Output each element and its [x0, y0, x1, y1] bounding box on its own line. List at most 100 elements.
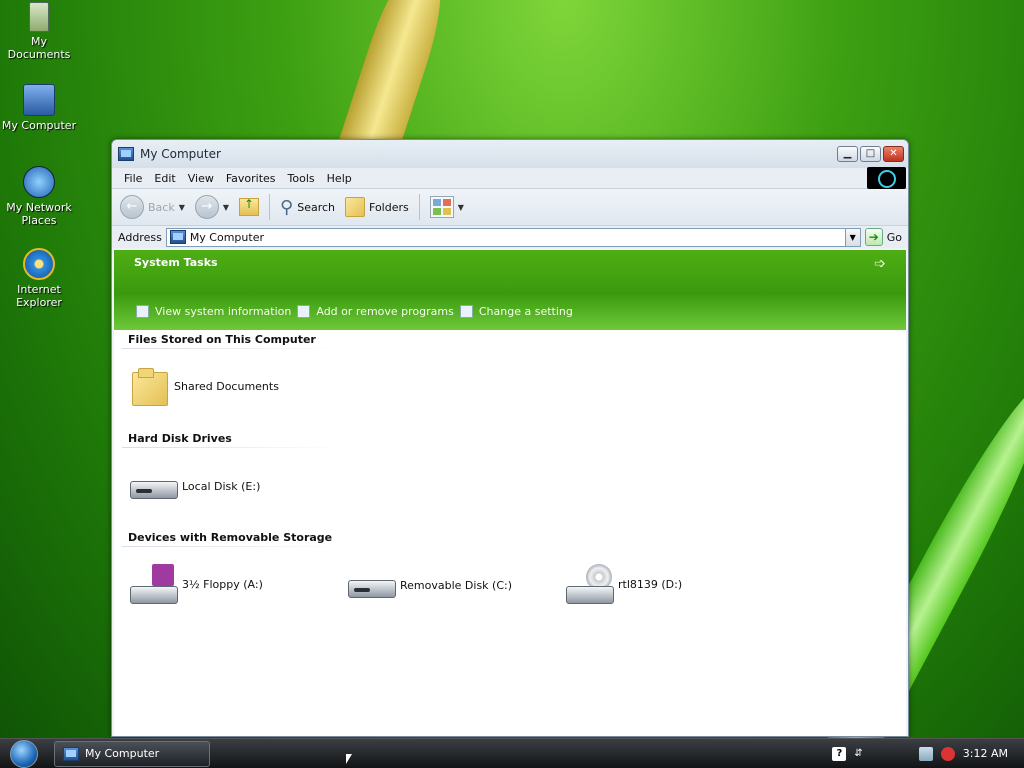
task-link-label: Add or remove programs [316, 305, 454, 318]
windows-throbber-logo [867, 167, 906, 189]
up-folder-icon: ↑ [239, 197, 260, 216]
item-local-disk-e[interactable]: Local Disk (E:) [130, 473, 260, 499]
back-button[interactable]: ← Back ▼ [120, 195, 185, 219]
title-bar[interactable]: My Computer ▁ □ ✕ [112, 140, 908, 168]
forward-arrow-icon: → [194, 195, 219, 219]
item-label: Shared Documents [174, 379, 279, 393]
item-removable-disk-c[interactable]: Removable Disk (C:) [348, 572, 512, 598]
start-button[interactable] [10, 739, 38, 768]
address-value: My Computer [189, 230, 264, 244]
menu-tools[interactable]: Tools [282, 172, 321, 185]
help-icon[interactable]: ? [832, 746, 847, 761]
go-label: Go [886, 230, 902, 244]
up-folder-button[interactable]: ↑ [239, 197, 260, 216]
menu-favorites[interactable]: Favorites [220, 172, 282, 185]
desktop-icon-my-computer[interactable]: My Computer [0, 84, 78, 132]
task-add-remove-programs[interactable]: Add or remove programs [297, 305, 454, 318]
search-label: Search [297, 200, 336, 214]
taskbar: My Computer ? ⇵ 3:12 AM [0, 738, 1024, 768]
go-button[interactable]: ➔ Go [864, 228, 902, 246]
menu-file[interactable]: File [118, 172, 148, 185]
section-divider [122, 348, 344, 349]
item-label: Removable Disk (C:) [400, 578, 513, 592]
section-header-files-stored: Files Stored on This Computer [128, 333, 316, 346]
computer-icon [23, 84, 55, 116]
task-view-system-information[interactable]: View system information [136, 305, 291, 318]
search-icon: ⚲ [280, 196, 294, 218]
floppy-drive-icon [130, 564, 178, 604]
system-tasks-header[interactable]: System Tasks [134, 256, 218, 269]
window-title: My Computer [140, 147, 221, 161]
close-button[interactable]: ✕ [883, 146, 904, 162]
chevron-down-icon[interactable]: ▼ [179, 203, 185, 212]
network-status-icon[interactable] [918, 746, 933, 761]
item-label: rtl8139 (D:) [618, 577, 683, 591]
task-link-label: View system information [155, 305, 292, 318]
minimize-button[interactable]: ▁ [837, 146, 858, 162]
address-label: Address [118, 230, 162, 244]
go-arrow-icon: ➔ [864, 228, 883, 246]
back-label: Back [148, 200, 175, 214]
address-field[interactable]: My Computer ▼ [165, 227, 861, 247]
desktop-icon-my-network-places[interactable]: My Network Places [0, 166, 78, 227]
clock[interactable]: 3:12 AM [963, 747, 1008, 760]
my-computer-icon [169, 230, 186, 244]
task-change-a-setting[interactable]: Change a setting [459, 305, 573, 318]
folders-button[interactable]: Folders [345, 197, 409, 217]
folders-label: Folders [369, 200, 409, 214]
menu-help[interactable]: Help [321, 172, 358, 185]
address-dropdown-button[interactable]: ▼ [844, 228, 860, 246]
address-bar: Address My Computer ▼ ➔ Go [112, 226, 908, 248]
desktop-icon-label: Internet Explorer [16, 283, 62, 309]
forward-button[interactable]: → ▼ [194, 195, 229, 219]
security-alert-icon[interactable] [940, 746, 955, 761]
mouse-cursor [346, 754, 352, 764]
content-pane: System Tasks ➩ View system information A… [114, 250, 906, 736]
taskbar-button-label: My Computer [85, 747, 160, 760]
item-floppy-a[interactable]: 3½ Floppy (A:) [130, 564, 263, 604]
my-computer-icon [118, 147, 134, 161]
my-computer-icon [63, 746, 79, 761]
system-information-icon [136, 305, 149, 318]
add-remove-programs-icon [297, 305, 311, 318]
menu-view[interactable]: View [182, 172, 220, 185]
folders-icon [345, 197, 366, 217]
task-link-label: Change a setting [478, 305, 573, 318]
language-bar-icon[interactable]: ⇵ [854, 748, 862, 759]
desktop-icon-my-documents[interactable]: My Documents [0, 2, 78, 61]
chevron-down-icon[interactable]: ▼ [223, 203, 229, 212]
network-globe-icon [23, 166, 55, 198]
menu-edit[interactable]: Edit [148, 172, 181, 185]
toolbar-separator [269, 194, 271, 220]
item-label: 3½ Floppy (A:) [182, 577, 263, 591]
item-shared-documents[interactable]: Shared Documents [130, 366, 279, 406]
views-button[interactable]: ▼ [429, 196, 464, 218]
removable-drive-icon [348, 572, 396, 598]
control-panel-icon [459, 305, 473, 318]
section-header-removable-storage: Devices with Removable Storage [128, 531, 333, 544]
item-rtl8139-d[interactable]: rtl8139 (D:) [566, 564, 682, 604]
expand-arrow-icon[interactable]: ➩ [874, 257, 888, 272]
back-arrow-icon: ← [120, 195, 144, 219]
menu-bar: File Edit View Favorites Tools Help [112, 167, 908, 189]
item-label: Local Disk (E:) [182, 479, 261, 493]
hard-drive-icon [130, 473, 178, 499]
search-button[interactable]: ⚲ Search [280, 197, 335, 218]
desktop-icon-label: My Computer [1, 119, 77, 132]
taskbar-button-my-computer[interactable]: My Computer [54, 740, 210, 767]
desktop-icon-label: My Network Places [6, 201, 72, 227]
desktop-icon-label: My Documents [7, 35, 71, 61]
folder-icon [130, 366, 168, 406]
chevron-down-icon: ▼ [457, 202, 464, 212]
internet-explorer-icon [23, 248, 55, 280]
my-computer-window: My Computer ▁ □ ✕ File Edit View Favorit… [111, 139, 909, 737]
maximize-button[interactable]: □ [860, 146, 881, 162]
desktop-icon-internet-explorer[interactable]: Internet Explorer [0, 248, 78, 309]
section-divider [122, 447, 344, 448]
system-tasks-panel: System Tasks ➩ View system information A… [114, 250, 906, 330]
documents-icon [29, 2, 49, 32]
cd-drive-icon [566, 564, 614, 604]
system-tray: ? ⇵ 3:12 AM [832, 746, 1008, 761]
toolbar-separator [418, 194, 420, 220]
standard-toolbar: ← Back ▼ → ▼ ↑ ⚲ Search Folders ▼ [112, 188, 908, 226]
